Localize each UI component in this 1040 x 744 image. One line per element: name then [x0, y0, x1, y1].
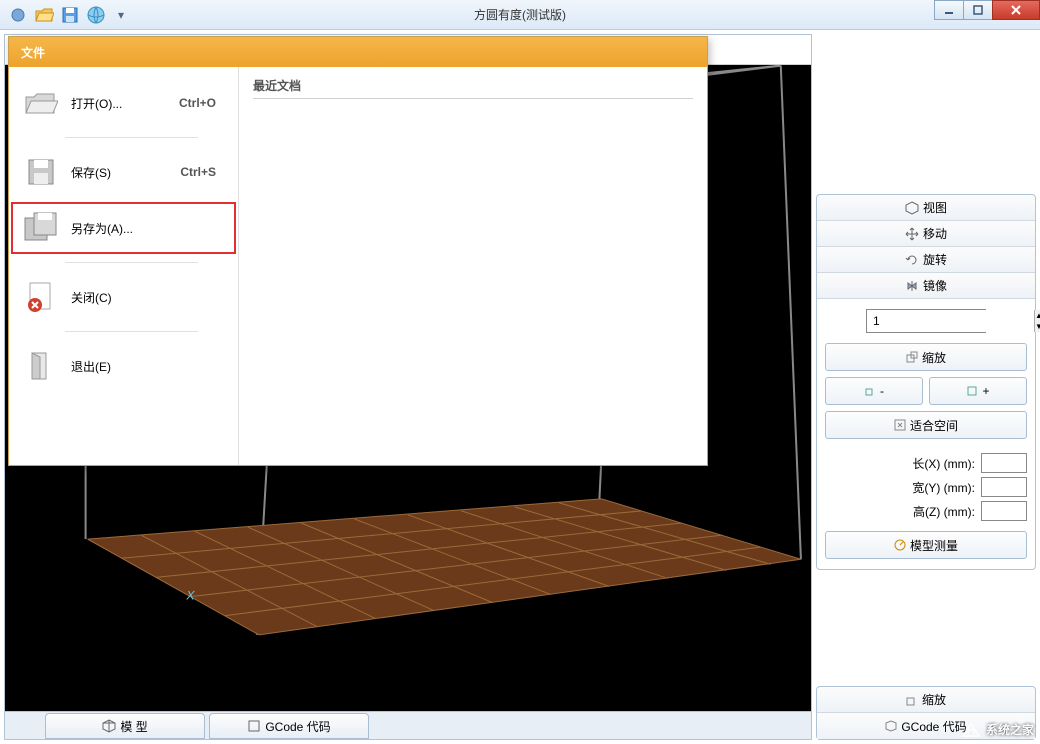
measure-button[interactable]: 模型测量 — [825, 531, 1027, 559]
window-title: 方圆有度(测试版) — [474, 6, 566, 23]
scale-dec-icon — [864, 385, 876, 397]
menu-open-label: 打开(O)... — [71, 95, 122, 112]
tab-gcode[interactable]: GCode 代码 — [209, 713, 369, 739]
cube-icon — [102, 719, 116, 733]
app-icon — [8, 5, 28, 25]
dim-x-label: 长(X) (mm): — [912, 455, 975, 472]
side-tab-view[interactable]: 视图 — [817, 195, 1035, 221]
scale-button[interactable]: 缩放 — [825, 343, 1027, 371]
menu-save-label: 保存(S) — [71, 164, 111, 181]
side-tab-mirror[interactable]: 镜像 — [817, 273, 1035, 299]
rotate-icon — [905, 253, 919, 267]
menu-item-save[interactable]: 保存(S) Ctrl+S — [9, 144, 238, 200]
globe-icon[interactable] — [86, 5, 106, 25]
menu-close-label: 关闭(C) — [71, 289, 112, 306]
side-bottom-scale-label: 缩放 — [922, 691, 946, 708]
watermark: 系统之家 — [960, 718, 1034, 740]
menu-open-shortcut: Ctrl+O — [179, 96, 216, 110]
mirror-icon — [905, 279, 919, 293]
scale-inc-label: + — [982, 384, 989, 398]
save-icon — [23, 154, 59, 190]
save-as-icon — [23, 210, 59, 246]
scale-dec-button[interactable]: - — [825, 377, 923, 405]
scale-input[interactable] — [867, 310, 1034, 332]
side-tab-move-label: 移动 — [923, 225, 947, 242]
file-menu-title: 文件 — [9, 37, 707, 67]
dim-x-input[interactable] — [981, 453, 1027, 473]
dim-z-input[interactable] — [981, 501, 1027, 521]
save-icon[interactable] — [60, 5, 80, 25]
file-menu-recent: 最近文档 — [239, 67, 707, 465]
scale-inc-button[interactable]: + — [929, 377, 1027, 405]
cube-icon — [905, 201, 919, 215]
spinner-down[interactable]: ▼ — [1035, 321, 1040, 332]
scale-dec-label: - — [880, 384, 884, 398]
code-icon — [247, 719, 261, 733]
scale-inc-icon — [966, 385, 978, 397]
cube-icon — [885, 720, 897, 732]
side-bottom-gcode-label: GCode 代码 — [901, 718, 966, 735]
move-icon — [905, 227, 919, 241]
file-menu-items: 打开(O)... Ctrl+O 保存(S) Ctrl+S 另存为(A)... 关闭(… — [9, 67, 239, 465]
scale-spinner[interactable]: ▲ ▼ — [866, 309, 986, 333]
watermark-text: 系统之家 — [986, 721, 1034, 738]
menu-saveas-label: 另存为(A)... — [71, 220, 133, 237]
measure-button-label: 模型测量 — [910, 537, 958, 554]
scale-button-label: 缩放 — [922, 349, 946, 366]
close-doc-icon — [23, 279, 59, 315]
minimize-button[interactable] — [934, 0, 964, 20]
tab-model-label: 模 型 — [120, 718, 147, 735]
side-tab-rotate[interactable]: 旋转 — [817, 247, 1035, 273]
fit-button-label: 适合空间 — [910, 417, 958, 434]
side-tab-move[interactable]: 移动 — [817, 221, 1035, 247]
recent-docs-header: 最近文档 — [253, 77, 693, 99]
side-tab-rotate-label: 旋转 — [923, 251, 947, 268]
toolbar-dropdown-icon[interactable]: ▾ — [114, 8, 128, 22]
axis-x-label: X — [185, 589, 195, 603]
folder-open-icon — [23, 85, 59, 121]
fit-icon — [894, 419, 906, 431]
scale-icon — [906, 351, 918, 363]
dim-y-label: 宽(Y) (mm): — [912, 479, 975, 496]
maximize-button[interactable] — [963, 0, 993, 20]
menu-item-exit[interactable]: 退出(E) — [9, 338, 238, 394]
spinner-up[interactable]: ▲ — [1035, 310, 1040, 321]
tab-gcode-label: GCode 代码 — [265, 718, 330, 735]
menu-item-open[interactable]: 打开(O)... Ctrl+O — [9, 75, 238, 131]
window-titlebar: ▾ 方圆有度(测试版) — [0, 0, 1040, 30]
viewport-bottom-tabs: 模 型 GCode 代码 — [5, 711, 811, 739]
exit-icon — [23, 348, 59, 384]
scale-icon — [906, 694, 918, 706]
side-tab-mirror-label: 镜像 — [923, 277, 947, 294]
side-bottom-tab-scale[interactable]: 缩放 — [817, 687, 1035, 713]
close-button[interactable] — [992, 0, 1040, 20]
measure-icon — [894, 539, 906, 551]
menu-item-save-as[interactable]: 另存为(A)... — [9, 200, 238, 256]
fit-button[interactable]: 适合空间 — [825, 411, 1027, 439]
menu-item-close[interactable]: 关闭(C) — [9, 269, 238, 325]
side-panel: 视图 移动 旋转 镜像 ▲ ▼ — [816, 34, 1036, 740]
dim-y-input[interactable] — [981, 477, 1027, 497]
menu-exit-label: 退出(E) — [71, 358, 111, 375]
open-folder-icon[interactable] — [34, 5, 54, 25]
dim-z-label: 高(Z) (mm): — [913, 503, 975, 520]
side-tab-view-label: 视图 — [923, 199, 947, 216]
file-menu: 文件 打开(O)... Ctrl+O 保存(S) Ctrl+S 另存为(A)... … — [8, 36, 708, 466]
tab-model[interactable]: 模 型 — [45, 713, 205, 739]
menu-save-shortcut: Ctrl+S — [180, 165, 216, 179]
